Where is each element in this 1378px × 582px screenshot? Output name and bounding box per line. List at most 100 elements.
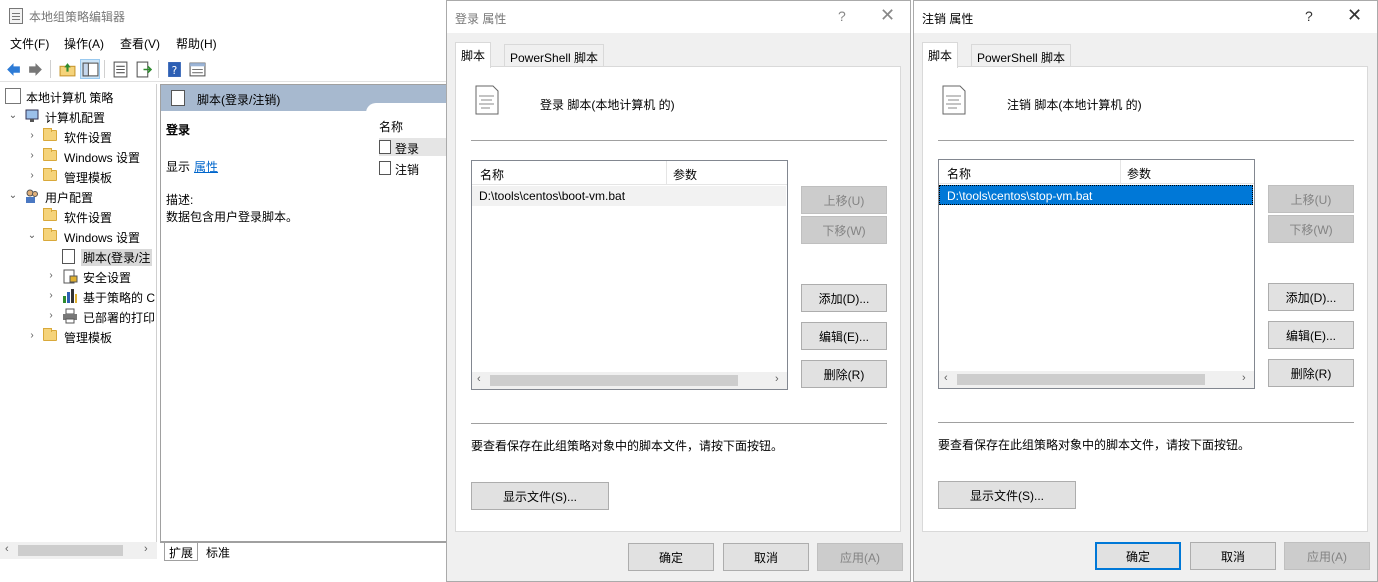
tab-extended[interactable]: 扩展	[164, 543, 199, 561]
show-files-button[interactable]: 显示文件(S)...	[938, 481, 1076, 509]
script-name-cell: D:\tools\centos\stop-vm.bat	[947, 189, 1093, 203]
show-hide-tree-icon[interactable]	[80, 59, 100, 79]
list-horizontal-scrollbar[interactable]: ‹ ›	[939, 371, 1254, 388]
scroll-left-icon[interactable]: ‹	[477, 373, 481, 385]
tab-powershell-scripts[interactable]: PowerShell 脚本	[504, 44, 605, 67]
help-icon[interactable]: ?	[1305, 8, 1313, 24]
help-icon[interactable]: ?	[164, 59, 184, 79]
tree-item-admin-templates[interactable]: › 管理模板	[0, 166, 156, 186]
chevron-down-icon[interactable]: ⌄	[8, 109, 18, 123]
tree-horizontal-scrollbar[interactable]: ‹ ›	[0, 542, 157, 559]
tab-powershell-scripts[interactable]: PowerShell 脚本	[971, 44, 1072, 67]
menu-help[interactable]: 帮助(H)	[174, 35, 219, 52]
column-name-header[interactable]: 名称	[947, 165, 971, 182]
panel-title: 登录 脚本(本地计算机 的)	[540, 98, 675, 112]
scrollbar-thumb[interactable]	[18, 545, 123, 556]
close-icon[interactable]: ✕	[1347, 5, 1362, 26]
table-row[interactable]: D:\tools\centos\stop-vm.bat	[939, 185, 1253, 205]
scrollbar-thumb[interactable]	[490, 375, 738, 386]
chevron-right-icon[interactable]: ›	[27, 329, 37, 343]
tab-scripts[interactable]: 脚本	[922, 42, 959, 68]
export-icon[interactable]	[133, 59, 153, 79]
tree-item-software-settings[interactable]: › 软件设置	[0, 126, 156, 146]
chevron-right-icon[interactable]: ›	[27, 149, 37, 163]
show-files-button[interactable]: 显示文件(S)...	[471, 482, 609, 510]
scripts-list[interactable]: 名称 参数 D:\tools\centos\stop-vm.bat ‹ ›	[938, 159, 1255, 389]
tree-item-windows-settings[interactable]: › Windows 设置	[0, 146, 156, 166]
name-column-header[interactable]: 名称	[379, 118, 403, 135]
properties-icon[interactable]	[187, 59, 207, 79]
menu-file[interactable]: 文件(F)	[8, 35, 51, 52]
chevron-right-icon[interactable]: ›	[46, 289, 56, 303]
tab-standard[interactable]: 标准	[202, 543, 234, 561]
forward-arrow-icon[interactable]	[25, 59, 45, 79]
tree-item-deployed-printers[interactable]: › 已部署的打印	[0, 306, 156, 326]
chevron-down-icon[interactable]: ⌄	[27, 229, 37, 243]
chevron-right-icon[interactable]: ›	[27, 129, 37, 143]
folder-icon	[43, 148, 57, 161]
move-down-button[interactable]: 下移(W)	[801, 216, 887, 244]
move-down-button[interactable]: 下移(W)	[1268, 215, 1354, 243]
chevron-right-icon[interactable]: ›	[27, 169, 37, 183]
divider	[471, 423, 887, 424]
column-params-header[interactable]: 参数	[1127, 165, 1151, 182]
help-icon[interactable]: ?	[838, 8, 846, 24]
chevron-down-icon[interactable]: ⌄	[8, 189, 18, 203]
column-name-header[interactable]: 名称	[480, 166, 504, 183]
description-text: 数据包含用户登录脚本。	[166, 210, 299, 224]
scroll-right-icon[interactable]: ›	[775, 373, 779, 385]
up-folder-icon[interactable]	[57, 59, 77, 79]
tree-item-computer-config[interactable]: ⌄ 计算机配置	[0, 106, 156, 126]
scroll-left-icon[interactable]: ‹	[944, 372, 948, 384]
script-icon	[379, 161, 391, 175]
tree-item-local-policy[interactable]: 本地计算机 策略	[0, 86, 156, 106]
cancel-button[interactable]: 取消	[723, 543, 809, 571]
ok-button[interactable]: 确定	[628, 543, 714, 571]
scrollbar-thumb[interactable]	[957, 374, 1205, 385]
table-row[interactable]: D:\tools\centos\boot-vm.bat	[472, 186, 786, 206]
close-icon[interactable]: ✕	[880, 5, 895, 26]
add-button[interactable]: 添加(D)...	[1268, 283, 1354, 311]
tab-scripts[interactable]: 脚本	[455, 42, 492, 68]
console-tree: 本地计算机 策略 ⌄ 计算机配置 › 软件设置 › Windows 设置 › 管…	[0, 84, 157, 542]
scroll-left-icon[interactable]: ‹	[5, 543, 9, 555]
group-policy-editor-window: 本地组策略编辑器 文件(F) 操作(A) 查看(V) 帮助(H) ? 本地计算机…	[0, 0, 447, 582]
properties-link[interactable]: 属性	[194, 158, 218, 175]
move-up-button[interactable]: 上移(U)	[801, 186, 887, 214]
tree-item-policy-qos[interactable]: › 基于策略的 C	[0, 286, 156, 306]
apply-button[interactable]: 应用(A)	[1284, 542, 1370, 570]
items-list: 名称 登录 注销	[366, 103, 447, 483]
tree-item-user-windows-settings[interactable]: ⌄ Windows 设置	[0, 226, 156, 246]
scroll-right-icon[interactable]: ›	[144, 543, 148, 555]
apply-button[interactable]: 应用(A)	[817, 543, 903, 571]
tree-item-security-settings[interactable]: › 安全设置	[0, 266, 156, 286]
chevron-right-icon[interactable]: ›	[46, 269, 56, 283]
list-horizontal-scrollbar[interactable]: ‹ ›	[472, 372, 787, 389]
delete-button[interactable]: 删除(R)	[1268, 359, 1354, 387]
ok-button[interactable]: 确定	[1095, 542, 1181, 570]
delete-button[interactable]: 删除(R)	[801, 360, 887, 388]
list-item-logon[interactable]: 登录	[379, 138, 447, 156]
export-list-icon[interactable]	[110, 59, 130, 79]
list-item-logoff[interactable]: 注销	[379, 159, 447, 177]
cancel-button[interactable]: 取消	[1190, 542, 1276, 570]
tree-item-user-software-settings[interactable]: 软件设置	[0, 206, 156, 226]
script-icon	[171, 90, 185, 106]
tree-item-user-admin-templates[interactable]: › 管理模板	[0, 326, 156, 346]
add-button[interactable]: 添加(D)...	[801, 284, 887, 312]
back-arrow-icon[interactable]	[3, 59, 23, 79]
users-icon	[24, 188, 40, 204]
edit-button[interactable]: 编辑(E)...	[801, 322, 887, 350]
dialog-title-bar: 注销 属性 ? ✕	[914, 1, 1377, 33]
tree-item-user-config[interactable]: ⌄ 用户配置	[0, 186, 156, 206]
column-params-header[interactable]: 参数	[673, 166, 697, 183]
chevron-right-icon[interactable]: ›	[46, 309, 56, 323]
menu-view[interactable]: 查看(V)	[118, 35, 162, 52]
scroll-right-icon[interactable]: ›	[1242, 372, 1246, 384]
edit-button[interactable]: 编辑(E)...	[1268, 321, 1354, 349]
tree-item-scripts[interactable]: 脚本(登录/注	[0, 246, 156, 266]
move-up-button[interactable]: 上移(U)	[1268, 185, 1354, 213]
menu-action[interactable]: 操作(A)	[62, 35, 106, 52]
folder-icon	[43, 328, 57, 341]
scripts-list[interactable]: 名称 参数 D:\tools\centos\boot-vm.bat ‹ ›	[471, 160, 788, 390]
